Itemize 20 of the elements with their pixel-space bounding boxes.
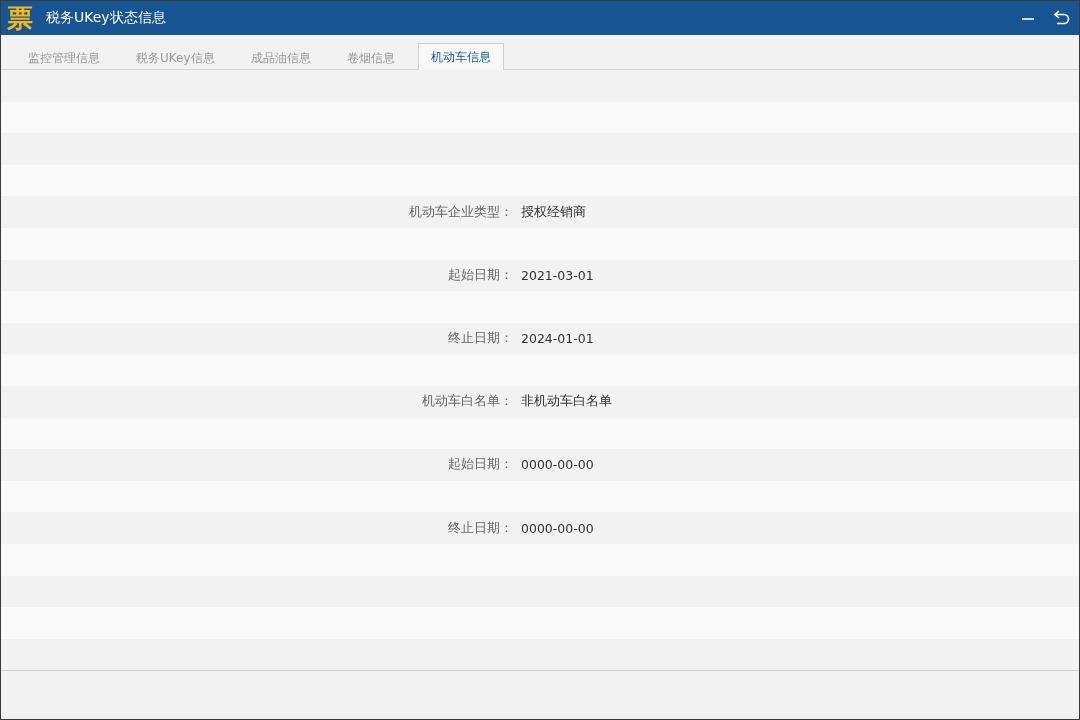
field-value: 授权经销商 xyxy=(521,203,587,221)
field-value: 2024-01-01 xyxy=(521,331,595,347)
field-value: 0000-00-00 xyxy=(521,520,595,536)
field-label: 终止日期： xyxy=(447,519,513,537)
tab[interactable]: 机动车信息 xyxy=(417,43,504,70)
field-label: 机动车企业类型： xyxy=(408,203,513,221)
field-value: 非机动车白名单 xyxy=(521,393,613,411)
tab[interactable]: 成品油信息 xyxy=(237,44,324,70)
field-label: 终止日期： xyxy=(447,330,513,348)
window-title: 税务UKey状态信息 xyxy=(46,9,167,27)
tab[interactable]: 卷烟信息 xyxy=(333,44,408,70)
field-label: 起始日期： xyxy=(447,266,513,284)
tab[interactable]: 税务UKey信息 xyxy=(123,44,228,70)
field-value: 2021-03-01 xyxy=(521,267,595,283)
app-logo: 票 xyxy=(7,3,33,33)
back-arrow-icon[interactable] xyxy=(1053,9,1071,27)
field-value: 0000-00-00 xyxy=(521,457,595,473)
field-label: 机动车白名单： xyxy=(421,393,513,411)
tab[interactable]: 监控管理信息 xyxy=(15,44,113,70)
field-label: 起始日期： xyxy=(447,456,513,474)
